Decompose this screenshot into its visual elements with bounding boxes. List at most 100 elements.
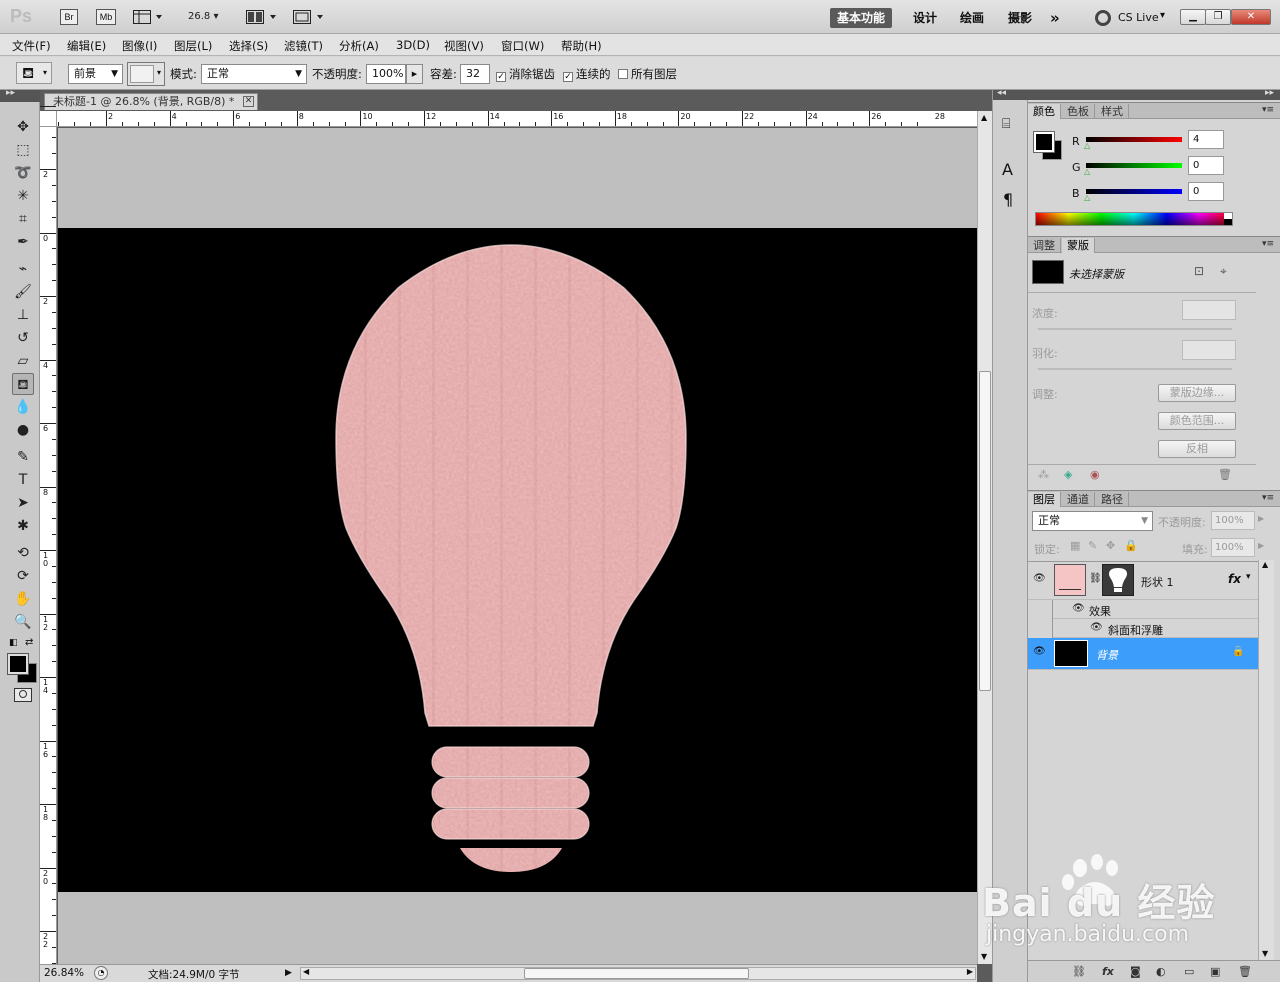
vertical-ruler[interactable]: 2 0 2 4 6 8 1 0 1 2 1 4 1 6 1 8 2 0 2 2	[40, 105, 57, 980]
menu-select[interactable]: 选择(S)	[229, 38, 268, 54]
strip-header[interactable]: ◂◂	[993, 88, 1028, 100]
all-layers-option[interactable]: 所有图层	[618, 66, 677, 82]
new-group-icon[interactable]: ▭	[1184, 965, 1194, 978]
clone-stamp-tool[interactable]: ⊥	[12, 304, 34, 326]
menu-window[interactable]: 窗口(W)	[501, 38, 544, 54]
zoom-tool[interactable]: 🔍	[12, 611, 34, 633]
canvas[interactable]	[58, 228, 977, 892]
cs-live-menu[interactable]: CS Live ▾	[1094, 9, 1174, 27]
layer-effects-icon[interactable]: fx	[1228, 572, 1241, 586]
launch-minibridge-button[interactable]: Mb	[96, 9, 116, 25]
feather-slider[interactable]	[1038, 368, 1232, 370]
add-style-icon[interactable]: fx	[1102, 965, 1114, 978]
visibility-eye-icon[interactable]: 👁	[1033, 573, 1046, 584]
close-document-icon[interactable]: ✕	[243, 96, 254, 107]
scroll-up-icon[interactable]: ▲	[981, 113, 987, 122]
density-slider[interactable]	[1038, 328, 1232, 330]
chevron-right-icon[interactable]: ▶	[1258, 541, 1264, 550]
restore-button[interactable]: ❐	[1205, 9, 1231, 25]
menu-view[interactable]: 视图(V)	[444, 38, 484, 54]
more-workspaces-button[interactable]: »	[1043, 8, 1067, 28]
layer-effects-row[interactable]: 👁 效果	[1052, 600, 1258, 619]
color-foreground-swatch[interactable]	[1033, 131, 1055, 153]
menu-help[interactable]: 帮助(H)	[561, 38, 602, 54]
panel-menu-icon[interactable]: ▾≡	[1262, 239, 1274, 249]
paint-bucket-tool[interactable]: ⛾	[12, 373, 34, 395]
3d-orbit-tool[interactable]: ⟳	[12, 565, 34, 587]
layers-scrollbar[interactable]: ▲ ▼	[1258, 560, 1274, 960]
delete-mask-icon[interactable]: 🗑	[1218, 468, 1232, 481]
tab-color[interactable]: 颜色	[1028, 104, 1061, 119]
menu-filter[interactable]: 滤镜(T)	[284, 38, 323, 54]
default-colors-button[interactable]: ◧	[9, 638, 18, 648]
antialias-checkbox[interactable]: ✓	[496, 72, 506, 82]
path-selection-tool[interactable]: ➤	[12, 492, 34, 514]
mask-edge-button[interactable]: 蒙版边缘...	[1158, 384, 1236, 402]
dock-header[interactable]: ▸▸	[1028, 88, 1280, 100]
brush-tool[interactable]: 🖌	[12, 281, 34, 303]
ramp-black[interactable]	[1224, 219, 1232, 225]
shape-tool[interactable]: ✱	[12, 515, 34, 537]
invert-button[interactable]: 反相	[1158, 440, 1236, 458]
history-brush-tool[interactable]: ↺	[12, 327, 34, 349]
fill-source-select[interactable]: 前景 ▼	[68, 64, 123, 84]
layer-row-background[interactable]: 👁 背景 🔒	[1028, 638, 1258, 670]
add-mask-icon[interactable]: ◙	[1130, 965, 1141, 978]
tools-panel-header[interactable]: ▸▸	[0, 88, 40, 102]
load-selection-icon[interactable]: ⁂	[1038, 468, 1049, 481]
character-panel-button[interactable]: A	[1002, 160, 1013, 179]
workspace-painting[interactable]: 绘画	[953, 8, 991, 28]
paragraph-panel-button[interactable]: ¶	[1003, 190, 1013, 209]
close-button[interactable]: ✕	[1231, 9, 1271, 25]
blue-slider[interactable]: △	[1084, 189, 1182, 202]
menu-analysis[interactable]: 分析(A)	[339, 38, 379, 54]
slider-marker-icon[interactable]: △	[1084, 193, 1090, 202]
lock-position-icon[interactable]: ✥	[1106, 539, 1115, 552]
blend-mode-select[interactable]: 正常 ▼	[201, 64, 307, 84]
eyedropper-tool[interactable]: ✒	[12, 231, 34, 253]
color-range-button[interactable]: 颜色范围...	[1158, 412, 1236, 430]
scroll-down-icon[interactable]: ▼	[981, 952, 987, 961]
blur-tool[interactable]: 💧	[12, 396, 34, 418]
blue-value[interactable]: 0	[1188, 182, 1224, 201]
workspace-design[interactable]: 设计	[906, 8, 944, 28]
swap-colors-button[interactable]: ⇄	[25, 637, 33, 648]
lasso-tool[interactable]: ➰	[12, 162, 34, 184]
arrange-documents-menu[interactable]	[246, 9, 278, 25]
visibility-eye-icon[interactable]: 👁	[1090, 622, 1103, 633]
menu-edit[interactable]: 编辑(E)	[67, 38, 106, 54]
hand-tool[interactable]: ✋	[12, 588, 34, 610]
scroll-right-icon[interactable]: ▶	[967, 967, 973, 976]
menu-image[interactable]: 图像(I)	[122, 38, 157, 54]
quick-selection-tool[interactable]: ✳	[12, 185, 34, 207]
contiguous-checkbox[interactable]: ✓	[563, 72, 573, 82]
status-info-icon[interactable]: ◔	[94, 966, 108, 980]
healing-brush-tool[interactable]: ⌁	[12, 258, 34, 280]
crop-tool[interactable]: ⌗	[12, 208, 34, 230]
chevron-down-icon[interactable]: ▾	[1246, 572, 1251, 582]
vertical-scroll-thumb[interactable]	[979, 371, 991, 691]
color-ramp[interactable]	[1035, 212, 1233, 226]
scroll-left-icon[interactable]: ◀	[303, 967, 309, 976]
pattern-picker[interactable]: ▾	[127, 62, 165, 86]
fill-input[interactable]: 100%	[1211, 538, 1255, 557]
layer-effect-bevel-row[interactable]: 👁 斜面和浮雕	[1052, 619, 1258, 638]
workspace-essentials[interactable]: 基本功能	[830, 8, 893, 28]
slider-marker-icon[interactable]: △	[1084, 167, 1090, 176]
all-layers-checkbox[interactable]	[618, 69, 628, 79]
menu-file[interactable]: 文件(F)	[12, 38, 51, 54]
new-layer-icon[interactable]: ▣	[1210, 965, 1220, 978]
lock-pixels-icon[interactable]: ✎	[1088, 539, 1097, 552]
green-value[interactable]: 0	[1188, 156, 1224, 175]
layer-row-shape[interactable]: 👁 ⛓ 形状 1 fx ▾	[1028, 562, 1258, 600]
zoom-status[interactable]: 26.84%	[44, 967, 84, 979]
status-menu-arrow[interactable]: ▶	[285, 965, 297, 981]
dodge-tool[interactable]: ●	[12, 419, 34, 441]
visibility-eye-icon[interactable]: 👁	[1033, 646, 1046, 657]
launch-bridge-button[interactable]: Br	[60, 9, 78, 25]
horizontal-ruler[interactable]: 2 4 6 8 10 12 14 16 18 20 22 24 26 28	[40, 111, 977, 127]
horizontal-scrollbar[interactable]: ◀ ▶	[300, 967, 976, 980]
tab-styles[interactable]: 样式	[1096, 104, 1129, 119]
tool-preset-picker[interactable]: ⛾ ▾	[16, 62, 52, 84]
panel-menu-icon[interactable]: ▾≡	[1262, 493, 1274, 503]
